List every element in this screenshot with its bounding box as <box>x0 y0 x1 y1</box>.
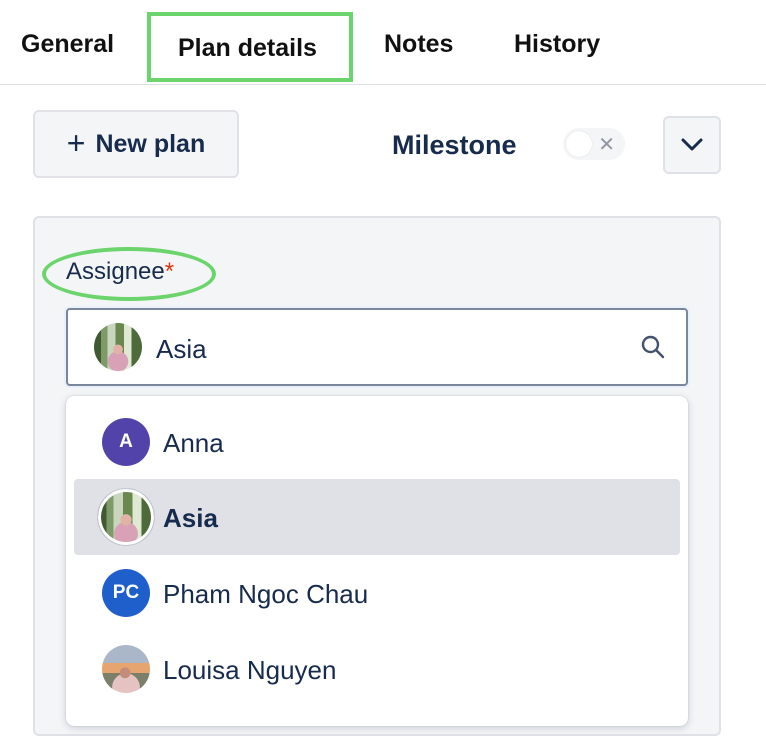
option-label: Louisa Nguyen <box>163 655 337 685</box>
avatar: PC <box>102 569 150 617</box>
avatar: A <box>102 418 150 466</box>
avatar <box>94 323 142 371</box>
assignee-label-text: Assignee <box>66 258 165 285</box>
assignee-select[interactable]: Asia <box>66 308 688 386</box>
option-label: Asia <box>163 503 218 533</box>
plus-icon: + <box>66 124 86 161</box>
option-label: Anna <box>163 428 224 458</box>
new-plan-label: New plan <box>95 129 206 158</box>
tab-history[interactable]: History <box>514 30 600 59</box>
list-item[interactable]: A Anna <box>74 404 680 480</box>
list-item[interactable]: Louisa Nguyen <box>74 631 680 707</box>
close-icon: ✕ <box>598 134 615 156</box>
tab-general[interactable]: General <box>21 30 114 59</box>
assignee-label: Assignee* <box>66 258 174 286</box>
tab-plan-details[interactable]: Plan details <box>178 34 317 63</box>
milestone-toggle[interactable]: ✕ <box>563 128 625 160</box>
milestone-label: Milestone <box>392 130 517 160</box>
new-plan-button[interactable]: + New plan <box>33 110 239 178</box>
list-item[interactable]: PC Pham Ngoc Chau <box>74 555 680 631</box>
avatar <box>98 489 154 545</box>
toggle-knob <box>566 131 592 157</box>
assignee-select-value: Asia <box>156 334 207 364</box>
tab-notes[interactable]: Notes <box>384 30 453 59</box>
avatar <box>102 645 150 693</box>
required-marker: * <box>164 258 175 285</box>
chevron-down-icon <box>681 138 703 151</box>
expand-button[interactable] <box>663 116 721 174</box>
list-item[interactable]: Asia <box>74 479 680 555</box>
search-icon <box>641 335 665 359</box>
option-label: Pham Ngoc Chau <box>163 579 369 609</box>
tab-bar: General Plan details Notes History <box>0 0 766 85</box>
assignee-dropdown: A Anna Asia PC Pham Ngoc Chau Louisa Ngu… <box>66 396 688 726</box>
